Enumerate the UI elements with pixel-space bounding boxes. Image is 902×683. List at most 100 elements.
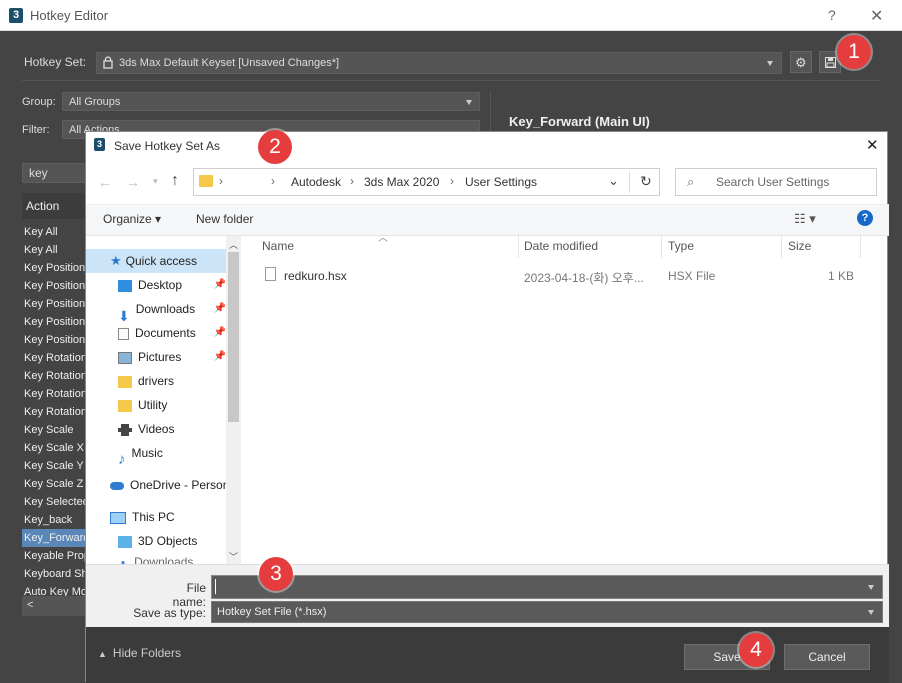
window-close-button[interactable]: ✕ <box>870 6 883 26</box>
nav-downloads-partial[interactable]: ⬇ Downloads <box>118 553 193 564</box>
dialog-close-button[interactable]: ✕ <box>866 136 879 154</box>
search-box[interactable]: ⌕ Search User Settings <box>675 168 877 196</box>
back-arrow-icon[interactable]: ← <box>98 174 112 190</box>
scroll-up-icon[interactable]: ︿ <box>229 238 238 251</box>
callout-badge-3: 3 <box>259 557 293 591</box>
breadcrumb-autodesk[interactable]: Autodesk <box>291 175 341 189</box>
action-list-item[interactable]: Key Position <box>22 259 86 277</box>
recent-dropdown-icon[interactable]: ▾ <box>153 176 158 187</box>
new-folder-button[interactable]: New folder <box>196 212 253 226</box>
sort-ascending-icon: ︿ <box>378 233 388 244</box>
action-list-item[interactable]: Key Position <box>22 277 86 295</box>
download-icon: ⬇ <box>118 557 128 564</box>
column-type[interactable]: Type <box>668 239 694 253</box>
action-list-item[interactable]: Key Scale X <box>22 439 86 457</box>
action-list-item[interactable]: Key All <box>22 223 86 241</box>
nav-3d-objects[interactable]: 3D Objects <box>118 529 197 553</box>
file-row[interactable]: redkuro.hsx 2023-04-18-(화) 오후... HSX Fil… <box>256 264 856 286</box>
nav-videos[interactable]: Videos <box>118 417 174 441</box>
cancel-button[interactable]: Cancel <box>784 644 870 670</box>
breadcrumb-3dsmax[interactable]: 3ds Max 2020 <box>364 175 439 189</box>
file-icon <box>265 267 276 281</box>
group-label: Group: <box>22 96 56 108</box>
help-button[interactable]: ? <box>828 7 836 23</box>
nav-pictures-label: Pictures <box>138 350 182 364</box>
nav-pictures[interactable]: Pictures 📌 <box>118 345 226 369</box>
action-list-item[interactable]: Key Rotation <box>22 349 86 367</box>
file-name-input[interactable] <box>211 575 883 599</box>
action-list-item[interactable]: Key Scale <box>22 421 86 439</box>
action-list-item[interactable]: Key Rotation <box>22 385 86 403</box>
organize-menu[interactable]: Organize ▾ <box>103 212 161 226</box>
group-select[interactable]: All Groups <box>62 92 480 111</box>
column-size[interactable]: Size <box>788 239 811 253</box>
column-name[interactable]: Name <box>262 239 294 253</box>
lock-icon <box>103 56 113 69</box>
refresh-icon[interactable]: ↻ <box>640 173 652 190</box>
action-list-item[interactable]: Key_Forward <box>22 529 86 547</box>
nav-quick-access[interactable]: ★ Quick access <box>110 249 197 273</box>
horizontal-scrollbar[interactable]: < <box>22 596 86 616</box>
up-arrow-icon[interactable]: ↑ <box>171 172 179 190</box>
action-list-item[interactable]: Key Rotation <box>22 367 86 385</box>
scroll-thumb[interactable] <box>228 252 239 422</box>
nav-downloads-label: Downloads <box>135 302 196 316</box>
file-name-label: File name: <box>172 581 206 609</box>
action-list-item[interactable]: Key Position <box>22 295 86 313</box>
action-list-item[interactable]: Key Selected <box>22 493 86 511</box>
action-list-item[interactable]: Key Position, <box>22 331 86 349</box>
scroll-left-icon[interactable]: < <box>27 599 33 611</box>
app-icon: 3 <box>9 8 23 23</box>
chevron-down-icon[interactable] <box>868 585 874 590</box>
folder-icon <box>199 175 213 187</box>
address-bar[interactable]: › › Autodesk › 3ds Max 2020 › User Setti… <box>193 168 660 196</box>
nav-this-pc[interactable]: This PC <box>110 505 175 529</box>
text-cursor <box>215 579 216 594</box>
action-list-item[interactable]: Key Rotation <box>22 403 86 421</box>
nav-music[interactable]: ♪ Music <box>118 441 163 468</box>
computer-icon <box>110 511 126 524</box>
nav-utility[interactable]: Utility <box>118 393 167 417</box>
hotkey-set-select[interactable]: 3ds Max Default Keyset [Unsaved Changes*… <box>96 52 782 74</box>
nav-scrollbar[interactable]: ︿ ﹀ <box>226 236 241 564</box>
save-type-select[interactable]: Hotkey Set File (*.hsx) <box>211 601 883 623</box>
nav-onedrive[interactable]: OneDrive - Person <box>110 473 226 497</box>
action-search-input[interactable]: key <box>22 163 86 183</box>
nav-3d-objects-label: 3D Objects <box>138 534 198 548</box>
action-list-item[interactable]: Key_back <box>22 511 86 529</box>
scroll-down-icon[interactable]: ﹀ <box>229 550 238 563</box>
dialog-title: Save Hotkey Set As <box>114 139 221 153</box>
settings-gear-button[interactable]: ⚙ <box>790 51 812 73</box>
star-icon: ★ <box>110 253 122 268</box>
nav-desktop[interactable]: Desktop 📌 <box>118 273 226 297</box>
pin-icon: 📌 <box>213 279 226 290</box>
cloud-icon <box>110 481 124 490</box>
nav-drivers[interactable]: drivers <box>118 369 174 393</box>
nav-downloads[interactable]: ⬇ Downloads 📌 <box>118 297 226 324</box>
action-column-header[interactable]: Action <box>22 193 86 219</box>
chevron-down-icon <box>868 610 874 615</box>
chevron-down-icon[interactable]: ⌄ <box>608 173 619 189</box>
breadcrumb-separator: › <box>450 174 454 188</box>
forward-arrow-icon[interactable]: → <box>126 174 140 190</box>
help-icon[interactable]: ? <box>857 210 873 226</box>
hide-folders-toggle[interactable]: ▲ Hide Folders <box>98 646 181 660</box>
save-dialog: 3 Save Hotkey Set As ✕ ← → ▾ ↑ › › Autod… <box>85 131 889 683</box>
action-list-item[interactable]: Key Position <box>22 313 86 331</box>
floppy-save-icon <box>825 57 836 68</box>
breadcrumb-user-settings[interactable]: User Settings <box>465 175 537 189</box>
hide-folders-label: Hide Folders <box>112 646 181 660</box>
chevron-down-icon <box>767 61 773 66</box>
column-date[interactable]: Date modified <box>524 239 598 253</box>
nav-utility-label: Utility <box>138 398 168 412</box>
action-list-item[interactable]: Keyboard Sh <box>22 565 86 583</box>
action-list-item[interactable]: Key Scale Z <box>22 475 86 493</box>
action-list-item[interactable]: Keyable Prop <box>22 547 86 565</box>
nav-documents[interactable]: Documents 📌 <box>118 321 226 345</box>
action-list-item[interactable]: Key All <box>22 241 86 259</box>
view-options-icon[interactable]: ☷ ▾ <box>794 211 816 227</box>
folder-icon <box>118 375 132 388</box>
hotkey-set-label: Hotkey Set: <box>24 55 87 69</box>
nav-onedrive-label: OneDrive - Person <box>130 478 226 492</box>
action-list-item[interactable]: Key Scale Y <box>22 457 86 475</box>
